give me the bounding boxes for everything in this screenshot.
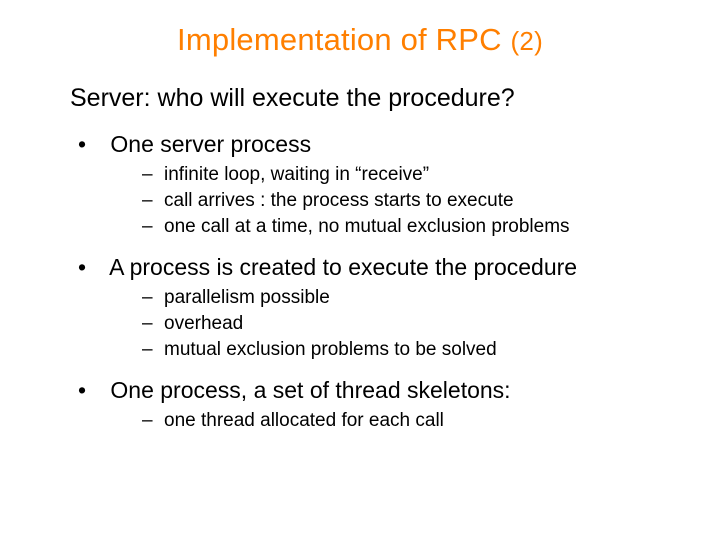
sub-bullet-item: call arrives : the process starts to exe… — [142, 190, 660, 212]
sub-bullet-text: call arrives : the process starts to exe… — [164, 190, 514, 211]
sub-bullet-text: mutual exclusion problems to be solved — [164, 339, 497, 360]
sub-bullet-text: infinite loop, waiting in “receive” — [164, 164, 429, 185]
bullet-text: One process, a set of thread skeletons: — [110, 377, 510, 403]
title-main: Implementation of RPC — [177, 22, 511, 57]
bullet-item: One process, a set of thread skeletons: … — [80, 377, 660, 432]
title-sub: (2) — [511, 26, 543, 56]
bullet-list: One server process infinite loop, waitin… — [80, 131, 660, 432]
sub-bullet-text: one call at a time, no mutual exclusion … — [164, 216, 570, 237]
bullet-text: A process is created to execute the proc… — [109, 254, 577, 280]
sub-bullet-item: overhead — [142, 313, 660, 335]
sub-bullet-item: one thread allocated for each call — [142, 410, 660, 432]
sub-bullet-text: one thread allocated for each call — [164, 410, 444, 431]
bullet-text: One server process — [110, 131, 311, 157]
sub-bullet-text: overhead — [164, 313, 243, 334]
sub-bullet-text: parallelism possible — [164, 287, 330, 308]
sub-bullet-list: infinite loop, waiting in “receive” call… — [142, 164, 660, 238]
sub-bullet-item: infinite loop, waiting in “receive” — [142, 164, 660, 186]
sub-bullet-list: one thread allocated for each call — [142, 410, 660, 432]
sub-bullet-item: parallelism possible — [142, 287, 660, 309]
slide-title: Implementation of RPC (2) — [60, 22, 660, 58]
sub-bullet-list: parallelism possible overhead mutual exc… — [142, 287, 660, 361]
lead-text: Server: who will execute the procedure? — [70, 84, 660, 113]
sub-bullet-item: one call at a time, no mutual exclusion … — [142, 216, 660, 238]
slide: Implementation of RPC (2) Server: who wi… — [0, 0, 720, 540]
bullet-item: A process is created to execute the proc… — [80, 254, 660, 361]
sub-bullet-item: mutual exclusion problems to be solved — [142, 339, 660, 361]
bullet-item: One server process infinite loop, waitin… — [80, 131, 660, 238]
